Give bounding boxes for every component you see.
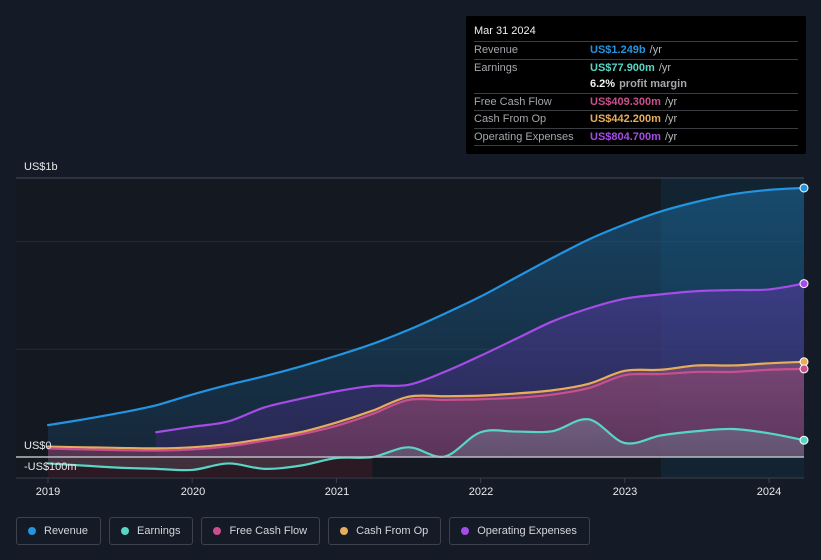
profit-margin-text: profit margin xyxy=(619,78,687,90)
tooltip-row-revenue: Revenue US$1.249b/yr xyxy=(474,42,798,60)
tooltip-unit: /yr xyxy=(664,113,678,125)
tooltip-unit: /yr xyxy=(664,130,678,143)
x-tick-label: 2024 xyxy=(757,486,781,498)
cash-from-op-dot-icon xyxy=(340,527,349,535)
tooltip-label: Free Cash Flow xyxy=(474,95,552,108)
tooltip-date: Mar 31 2024 xyxy=(474,22,798,42)
tooltip-label: Cash From Op xyxy=(474,113,547,125)
revenue-dot-icon xyxy=(28,527,36,535)
tooltip-value: US$1.249b/yr xyxy=(590,42,662,59)
operating-expenses-dot-icon xyxy=(461,527,470,535)
tooltip-value-text: US$442.200m xyxy=(590,113,661,125)
legend-label: Operating Expenses xyxy=(477,525,577,537)
x-tick-label: 2022 xyxy=(469,486,493,498)
tooltip-value: US$804.700m/yr xyxy=(590,129,677,146)
y-tick-label-neg100m: -US$100m xyxy=(24,461,77,473)
tooltip-row-free-cash-flow: Free Cash Flow US$409.300m/yr xyxy=(474,94,798,111)
legend-label: Earnings xyxy=(137,525,181,537)
tooltip-value: US$77.900m/yr xyxy=(590,60,671,77)
tooltip-unit: /yr xyxy=(649,44,662,56)
tooltip-value: US$409.300m/yr xyxy=(590,94,677,111)
x-tick-label: 2021 xyxy=(325,486,349,498)
tooltip-value-text: US$1.249b xyxy=(590,44,646,56)
legend: Revenue Earnings Free Cash Flow Cash Fro… xyxy=(16,517,590,545)
tooltip-label: Earnings xyxy=(474,61,518,74)
tooltip-spacer xyxy=(474,76,590,93)
earnings-end-marker xyxy=(799,435,809,445)
revenue-end-marker xyxy=(799,183,809,193)
x-tick-label: 2019 xyxy=(36,486,60,498)
legend-item-operating-expenses[interactable]: Operating Expenses xyxy=(449,517,590,545)
x-axis-labels: 2019 2020 2021 2022 2023 2024 xyxy=(36,486,781,498)
tooltip-label: Operating Expenses xyxy=(474,130,574,143)
tooltip-label: Revenue xyxy=(474,44,519,56)
tooltip-value: US$442.200m/yr xyxy=(590,111,677,128)
legend-item-earnings[interactable]: Earnings xyxy=(109,517,194,545)
operating-expenses-end-marker xyxy=(799,279,809,289)
tooltip-row-operating-expenses: Operating Expenses US$804.700m/yr xyxy=(474,129,798,146)
x-tick-label: 2023 xyxy=(613,486,637,498)
tooltip-row-cash-from-op: Cash From Op US$442.200m/yr xyxy=(474,111,798,129)
tooltip-row-profit-margin: 6.2% profit margin xyxy=(474,76,798,94)
profit-margin: 6.2% profit margin xyxy=(590,76,687,93)
legend-label: Free Cash Flow xyxy=(229,525,308,537)
y-tick-label-1b: US$1b xyxy=(24,161,58,173)
y-tick-label-0: US$0 xyxy=(24,440,52,452)
tooltip-row-earnings: Earnings US$77.900m/yr xyxy=(474,60,798,77)
tooltip-value-text: US$804.700m xyxy=(590,130,661,143)
earnings-dot-icon xyxy=(121,527,130,535)
profit-margin-value: 6.2% xyxy=(590,78,616,90)
legend-item-revenue[interactable]: Revenue xyxy=(16,517,102,545)
tooltip-value-text: US$77.900m xyxy=(590,61,655,74)
tooltip-unit: /yr xyxy=(658,61,672,74)
legend-label: Revenue xyxy=(44,525,89,537)
x-tick-label: 2020 xyxy=(181,486,205,498)
legend-item-free-cash-flow[interactable]: Free Cash Flow xyxy=(201,517,321,545)
tooltip-value-text: US$409.300m xyxy=(590,95,661,108)
free-cash-flow-end-marker xyxy=(799,364,809,374)
legend-label: Cash From Op xyxy=(356,525,429,537)
free-cash-flow-dot-icon xyxy=(213,527,222,535)
tooltip-unit: /yr xyxy=(664,95,678,108)
legend-item-cash-from-op[interactable]: Cash From Op xyxy=(328,517,442,545)
tooltip: Mar 31 2024 Revenue US$1.249b/yr Earning… xyxy=(466,16,806,154)
